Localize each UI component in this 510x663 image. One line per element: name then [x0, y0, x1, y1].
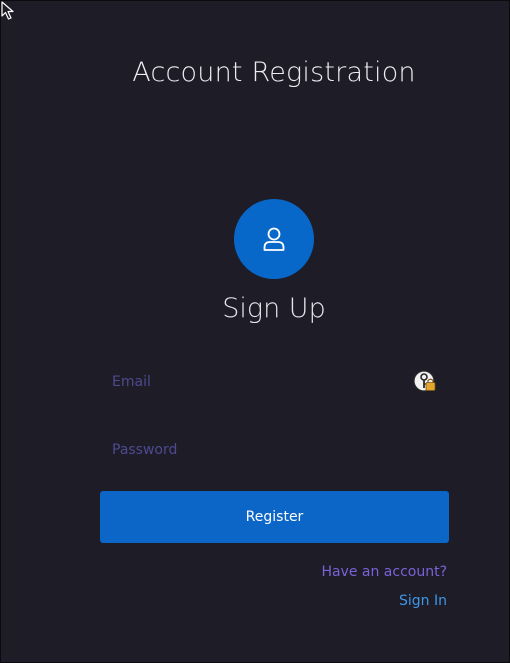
- password-field-wrapper: [100, 430, 449, 470]
- mouse-cursor-icon: [1, 1, 14, 20]
- form-heading: Sign Up: [222, 293, 326, 324]
- user-icon: [263, 227, 285, 251]
- have-account-link[interactable]: Have an account?: [321, 564, 447, 580]
- email-field-wrapper: [100, 362, 449, 402]
- avatar: [234, 199, 314, 279]
- password-field[interactable]: [100, 430, 449, 470]
- sign-in-link[interactable]: Sign In: [399, 593, 447, 609]
- register-button[interactable]: Register: [100, 491, 449, 543]
- page-title: Account Registration: [132, 57, 416, 88]
- password-manager-key-icon[interactable]: [413, 370, 437, 394]
- email-field[interactable]: [100, 362, 449, 402]
- registration-window: Account Registration Sign Up Register Ha…: [0, 0, 510, 663]
